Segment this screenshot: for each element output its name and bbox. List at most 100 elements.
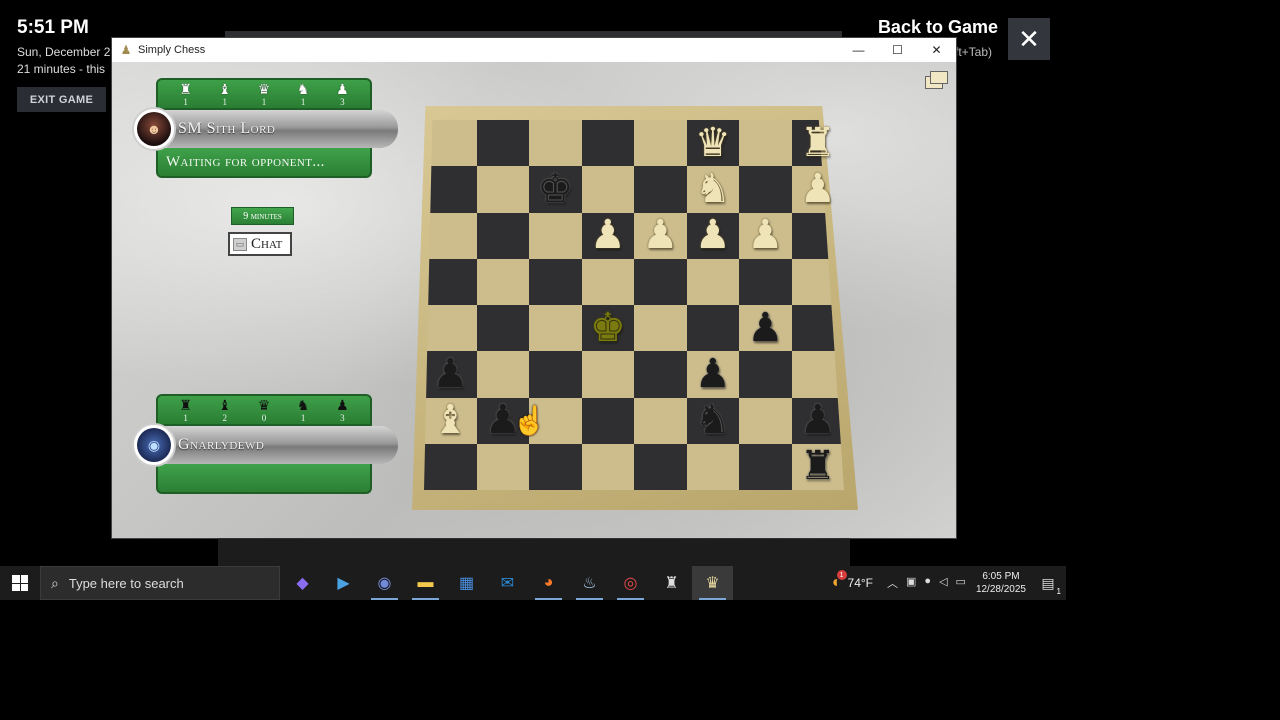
windows-logo-icon: [12, 575, 28, 591]
square-e3[interactable]: [634, 351, 687, 398]
outlook-app[interactable]: ✉: [487, 566, 528, 600]
captured-count: 3: [340, 413, 345, 423]
square-d8[interactable]: [581, 120, 634, 167]
square-c5[interactable]: [529, 258, 582, 305]
square-g5[interactable]: [739, 258, 792, 305]
discord-app[interactable]: ◉: [364, 566, 405, 600]
captured-bishop: ♝ 2: [212, 398, 238, 423]
highlighted-king-d4[interactable]: ♚: [590, 308, 626, 348]
white-pawn-e6[interactable]: ♟: [642, 215, 678, 255]
square-g7[interactable]: [739, 166, 792, 213]
square-e8[interactable]: [634, 120, 687, 167]
square-a7[interactable]: [424, 166, 477, 213]
black-king-c7[interactable]: ♚: [537, 169, 573, 209]
game-app[interactable]: ♜: [651, 566, 692, 600]
speaker-icon[interactable]: ◁: [939, 575, 947, 591]
recorder-app[interactable]: ◎: [610, 566, 651, 600]
square-c8[interactable]: [529, 120, 582, 167]
clock-time: 6:05 PM: [982, 571, 1020, 582]
overlay-time: 5:51 PM: [17, 17, 89, 38]
square-e4[interactable]: [634, 305, 687, 352]
copilot-app[interactable]: ◆: [282, 566, 323, 600]
square-e2[interactable]: [634, 397, 687, 444]
black-pawn-a3[interactable]: ♟: [432, 354, 468, 394]
white-rook-h8[interactable]: ♜: [800, 123, 836, 163]
camera-icon[interactable]: ▣: [906, 575, 916, 591]
back-to-game-label[interactable]: Back to Game: [868, 17, 998, 38]
square-b3[interactable]: [476, 351, 529, 398]
square-f1[interactable]: [686, 443, 739, 490]
steam-app[interactable]: ♨: [569, 566, 610, 600]
square-b4[interactable]: [476, 305, 529, 352]
square-b6[interactable]: [476, 212, 529, 259]
running-indicator: [535, 598, 562, 600]
square-a1[interactable]: [424, 443, 477, 490]
game-icon: ♜: [664, 575, 679, 592]
square-c4[interactable]: [529, 305, 582, 352]
white-pawn-h7[interactable]: ♟: [800, 169, 836, 209]
weather-widget[interactable]: ◐ 1 74°F: [832, 570, 873, 592]
minimize-button[interactable]: —: [839, 38, 878, 62]
cards-icon[interactable]: [925, 70, 949, 90]
square-b5[interactable]: [476, 258, 529, 305]
square-g3[interactable]: [739, 351, 792, 398]
avatar[interactable]: ☻: [132, 107, 176, 151]
overlay-close-button[interactable]: ✕: [1008, 18, 1050, 60]
simply-chess-app[interactable]: ♛: [692, 566, 733, 600]
exit-game-button[interactable]: EXIT GAME: [17, 87, 106, 112]
square-g8[interactable]: [739, 120, 792, 167]
chevron-up-icon[interactable]: ︿: [887, 575, 898, 591]
notification-icon[interactable]: ▤ 1: [1038, 573, 1061, 597]
black-rook-h1[interactable]: ♜: [800, 446, 836, 486]
white-pawn-g6[interactable]: ♟: [747, 215, 783, 255]
firefox-app[interactable]: ◕: [528, 566, 569, 600]
network-icon[interactable]: ▭: [956, 575, 966, 591]
square-d5[interactable]: [581, 258, 634, 305]
taskbar-clock[interactable]: 6:05 PM 12/28/2025: [976, 570, 1026, 596]
square-c3[interactable]: [529, 351, 582, 398]
square-c6[interactable]: [529, 212, 582, 259]
white-pawn-f6[interactable]: ♟: [695, 215, 731, 255]
square-g2[interactable]: [739, 397, 792, 444]
square-b1[interactable]: [476, 443, 529, 490]
square-c1[interactable]: [529, 443, 582, 490]
square-a5[interactable]: [424, 258, 477, 305]
white-knight-f7[interactable]: ♞: [695, 169, 731, 209]
square-d3[interactable]: [581, 351, 634, 398]
square-e7[interactable]: [634, 166, 687, 213]
white-pawn-d6[interactable]: ♟: [590, 215, 626, 255]
square-b8[interactable]: [476, 120, 529, 167]
window-close-button[interactable]: ✕: [917, 38, 956, 62]
maximize-button[interactable]: ☐: [878, 38, 917, 62]
ssh-app[interactable]: ▶: [323, 566, 364, 600]
window-titlebar[interactable]: ♟ Simply Chess — ☐ ✕: [112, 38, 956, 62]
square-d7[interactable]: [581, 166, 634, 213]
white-bishop-a2[interactable]: ♝: [432, 400, 468, 440]
white-queen-f8[interactable]: ♛: [695, 123, 731, 163]
search-box[interactable]: ⌕ Type here to search: [40, 566, 280, 600]
square-h6[interactable]: [791, 212, 844, 259]
square-b7[interactable]: [476, 166, 529, 213]
square-f5[interactable]: [686, 258, 739, 305]
black-pawn-f3[interactable]: ♟: [695, 354, 731, 394]
square-e1[interactable]: [634, 443, 687, 490]
microphone-icon[interactable]: ●: [924, 575, 931, 591]
square-a6[interactable]: [424, 212, 477, 259]
square-a4[interactable]: [424, 305, 477, 352]
square-d2[interactable]: [581, 397, 634, 444]
square-g1[interactable]: [739, 443, 792, 490]
pawn-icon: ♟: [336, 81, 349, 97]
avatar-image: ☻: [137, 112, 171, 146]
square-d1[interactable]: [581, 443, 634, 490]
avatar[interactable]: ◉: [132, 423, 176, 467]
black-pawn-h2[interactable]: ♟: [800, 400, 836, 440]
simply-chess-window: ♟ Simply Chess — ☐ ✕ ♜ 1 ♝ 1 ♛ 1 ♞ 1 ♟ 3 ☻ SM Sit…: [112, 38, 956, 538]
black-pawn-g4[interactable]: ♟: [747, 308, 783, 348]
square-e5[interactable]: [634, 258, 687, 305]
store-app[interactable]: ▦: [446, 566, 487, 600]
file-explorer-app[interactable]: ▬: [405, 566, 446, 600]
square-f4[interactable]: [686, 305, 739, 352]
black-knight-f2[interactable]: ♞: [695, 400, 731, 440]
chat-button[interactable]: ▭ Chat: [228, 232, 292, 256]
start-button[interactable]: [0, 566, 40, 600]
